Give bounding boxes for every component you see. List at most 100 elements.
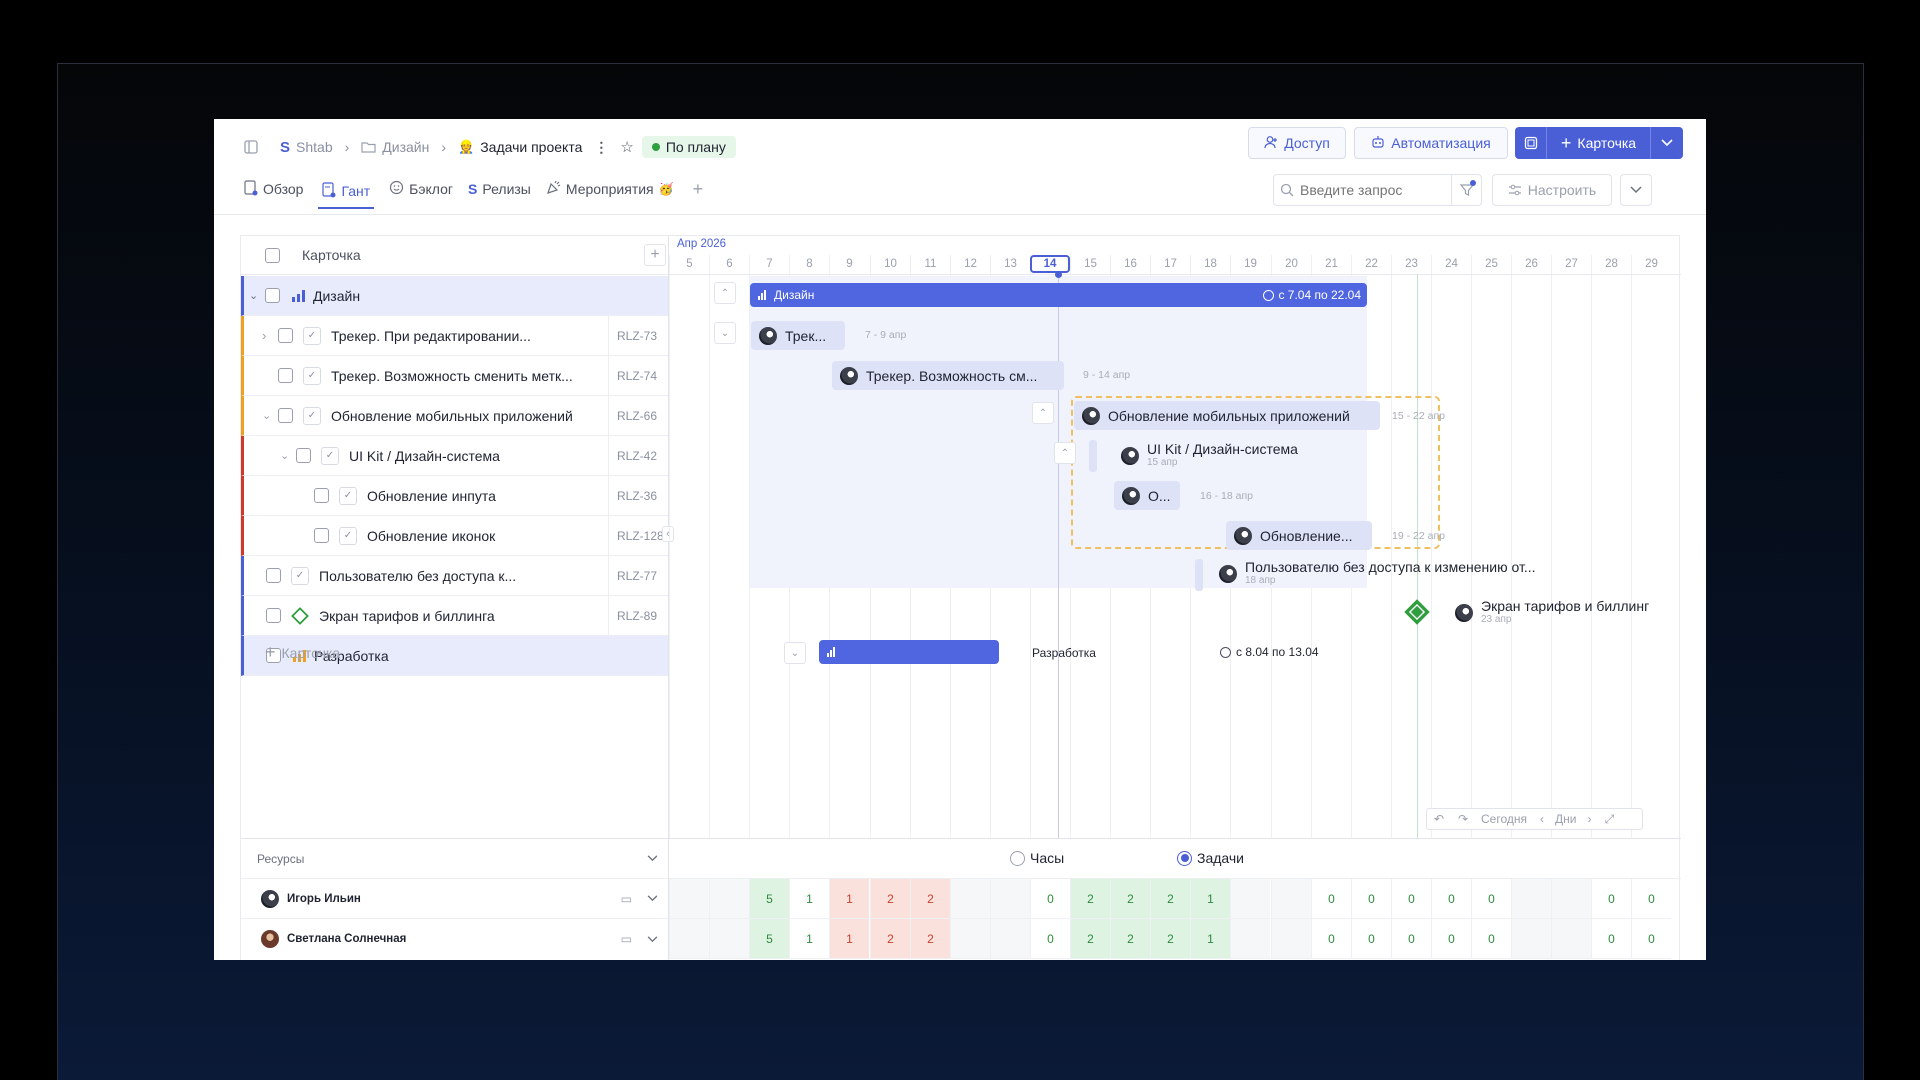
task-row[interactable]: ✓ Обновление инпута RLZ-36 [241,476,668,516]
breadcrumb-folder[interactable]: Дизайн [382,139,429,155]
task-checkbox[interactable] [314,488,329,503]
star-icon[interactable]: ☆ [620,138,633,156]
chevron-down-icon[interactable]: ⌄ [249,289,263,302]
collapse-button[interactable]: ⌃ [1054,442,1076,464]
task-checkbox[interactable] [296,448,311,463]
resource-cell [990,879,1030,919]
task-row[interactable]: › ✓ Трекер. При редактировании... RLZ-73 [241,316,668,356]
status-badge[interactable]: По плану [641,136,736,158]
chevron-right-icon[interactable]: › [1580,812,1598,826]
resource-row[interactable]: Светлана Солнечная ▭ [241,919,669,959]
undo-icon[interactable]: ↶ [1427,812,1451,826]
gantt-bar-uikit[interactable] [1089,440,1097,472]
resources-panel: Ресурсы Часы Задачи Игорь Ильин ▭ Светла… [241,838,1681,960]
priority-bars-icon [758,290,766,300]
filter-dot-icon [1470,180,1476,186]
card-view-button[interactable] [1515,127,1547,159]
tab-overview[interactable]: Обзор [244,175,303,203]
party-emoji-icon: 🥳 [658,182,674,196]
task-checkbox[interactable] [278,408,293,423]
radio-icon [1010,850,1025,866]
tab-gantt[interactable]: Гант [318,175,375,209]
tab-bar: Обзор Гант Бэклог S Релизы Мероприятия 🥳… [244,175,703,209]
more-vertical-icon[interactable]: ⋮ [594,139,608,156]
collapse-button[interactable]: ⌃ [714,282,736,304]
resource-cell: 0 [1351,919,1391,959]
search-input[interactable] [1300,182,1450,198]
task-row[interactable]: ⌄ Дизайн [241,276,668,316]
chevron-down-icon [1630,186,1642,194]
gantt-bar-dev[interactable] [819,640,999,664]
task-checkbox[interactable] [314,528,329,543]
add-tab-button[interactable]: + [689,175,704,203]
task-checkbox[interactable] [265,288,280,303]
chevron-down-icon[interactable] [647,935,658,943]
search-box[interactable] [1273,174,1482,206]
app-window: S Shtab › Дизайн › 👷 Задачи проекта ⋮ ☆ … [214,119,1706,960]
resource-row[interactable]: Игорь Ильин ▭ [241,879,669,919]
collapse-button[interactable]: ⌄ [714,322,736,344]
breadcrumb-project[interactable]: Задачи проекта [480,139,582,155]
configure-button[interactable]: Настроить [1492,174,1612,206]
task-title: Обновление инпута [367,487,496,504]
mode-tasks-radio[interactable]: Задачи [1177,850,1244,866]
collapse-button[interactable]: ⌃ [1032,402,1054,424]
breadcrumb-workspace[interactable]: Shtab [296,139,333,155]
gantt-bar-icons[interactable]: Обновление... [1226,521,1372,550]
bar-label: Пользователю без доступа к изменению от.… [1245,559,1536,575]
tab-backlog[interactable]: Бэклог [389,175,453,203]
access-button[interactable]: Доступ [1248,127,1346,159]
scale-select[interactable]: Дни [1551,812,1580,826]
sidebar-toggle-icon[interactable] [242,138,260,156]
add-card-row-button[interactable]: + Карточка [265,642,340,663]
add-column-button[interactable]: + [644,244,666,266]
task-checkbox[interactable] [278,368,293,383]
resource-cell [1230,919,1270,959]
chevron-left-icon[interactable]: ‹ [1533,812,1551,826]
gantt-bar-tracker1[interactable]: Трек... [751,321,845,350]
task-row[interactable]: Экран тарифов и биллинга RLZ-89 [241,596,668,636]
task-row[interactable]: ✓ Пользователю без доступа к... RLZ-77 [241,556,668,596]
card-dropdown-button[interactable] [1651,127,1683,159]
task-row[interactable]: ✓ Обновление иконок RLZ-128 [241,516,668,556]
day-header: 19 [1230,255,1270,273]
today-button[interactable]: Сегодня [1475,812,1533,826]
task-checkbox[interactable] [266,608,281,623]
redo-icon[interactable]: ↷ [1451,812,1475,826]
select-all-checkbox[interactable] [265,247,280,263]
chevron-down-icon[interactable]: ⌄ [280,449,294,462]
bar-label: О... [1148,487,1171,504]
expand-icon[interactable]: ⤢ [1598,812,1620,827]
task-checkbox[interactable] [266,568,281,583]
task-row[interactable]: ⌄ ✓ UI Kit / Дизайн-система RLZ-42 [241,436,668,476]
bar-dates: 15 апр [1147,457,1178,468]
task-row[interactable]: ⌄ ✓ Обновление мобильных приложений RLZ-… [241,396,668,436]
chevron-right-icon[interactable]: › [262,328,276,343]
tab-releases[interactable]: S Релизы [468,175,531,203]
calendar-icon[interactable]: ▭ [621,892,632,906]
resource-cell: 1 [789,919,829,959]
add-card-button[interactable]: + Карточка [1547,127,1651,159]
chevron-down-icon[interactable] [647,895,658,902]
tab-events[interactable]: Мероприятия 🥳 [546,175,674,203]
configure-dropdown-button[interactable] [1620,174,1652,206]
task-row[interactable]: ✓ Трекер. Возможность сменить метк... RL… [241,356,668,396]
chevron-down-icon[interactable]: ⌄ [262,409,276,422]
task-checkbox[interactable] [278,328,293,343]
day-header: 18 [1190,255,1230,273]
mode-hours-radio[interactable]: Часы [1010,850,1064,866]
milestone-billing-icon[interactable] [1403,598,1431,626]
gantt-bar-design[interactable]: Дизайн с 7.04 по 22.04 [750,283,1367,307]
day-header: 5 [669,255,709,273]
gantt-bar-noaccess[interactable] [1195,559,1203,591]
calendar-icon[interactable]: ▭ [621,932,632,946]
gantt-bar-input[interactable]: О... [1114,481,1180,510]
automation-button[interactable]: Автоматизация [1354,127,1508,159]
milestone-icon [291,606,309,625]
gantt-bar-tracker2[interactable]: Трекер. Возможность см... [832,361,1064,390]
mode-tasks-label: Задачи [1197,850,1245,866]
gantt-bar-mobile[interactable]: Обновление мобильных приложений [1074,401,1380,430]
filter-icon[interactable] [1451,175,1481,205]
chevron-down-icon[interactable] [647,855,658,862]
collapse-button[interactable]: ⌄ [784,642,806,664]
